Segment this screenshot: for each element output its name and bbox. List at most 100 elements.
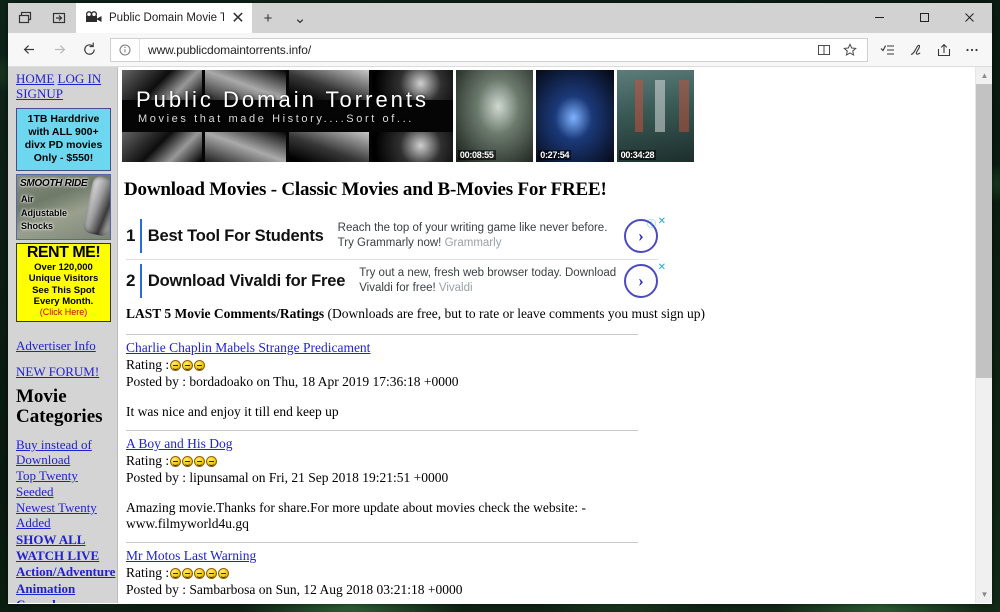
more-ellipsis-icon[interactable] [958,35,986,65]
ad-shocks-title: SMOOTH RIDE [20,178,88,190]
page-scrollbar[interactable]: ▲ ▼ [975,67,992,603]
scroll-down-arrow-icon[interactable]: ▼ [976,586,992,603]
rating-smiley-icon [170,455,182,467]
tab-dropdown-icon[interactable]: ⌄ [284,3,316,33]
sidebar-top-links: HOME LOG IN SIGNUP [16,71,112,102]
category-link-top-twenty[interactable]: Top Twenty Seeded [16,468,78,498]
sidebar-item-newest-twenty[interactable]: Newest Twenty Added [16,500,112,531]
ad-rent-me[interactable]: RENT ME! Over 120,000 Unique Visitors Se… [16,243,111,323]
comment-item: Mr Motos Last Warning Rating : Posted by… [126,542,638,603]
sidebar-item-action-adventure[interactable]: Action/Adventure [16,564,115,579]
tab-strip: Public Domain Movie To ✕ + ⌄ [8,3,992,33]
category-link-watch-live[interactable]: WATCH LIVE [16,548,99,563]
scroll-up-arrow-icon[interactable]: ▲ [976,67,992,84]
scrollbar-thumb[interactable] [976,84,992,378]
comment-divider [126,542,638,543]
ad-slot-2-brand: Vivaldi [438,282,473,294]
film-cell [372,132,453,162]
rating-smiley-icon [194,359,206,371]
forward-button[interactable] [44,35,74,65]
movie-categories-list: Buy instead of Download Top Twenty Seede… [16,437,115,603]
sidebar-item-animation[interactable]: Animation [16,581,112,596]
ad-harddrive-text: 1TB Harddrive with ALL 900+ divx PD movi… [16,107,111,172]
url-text: www.publicdomaintorrents.info/ [148,42,312,57]
tab-preview-icon[interactable] [8,3,42,33]
page-viewport: HOME LOG IN SIGNUP 1TB Harddrive with AL… [8,67,992,603]
comment-body: It was nice and enjoy it till end keep u… [126,404,339,419]
comment-body: Amazing movie.Thanks for share.For more … [126,500,586,531]
sidebar-item-watch-live[interactable]: WATCH LIVE [16,548,112,563]
close-window-button[interactable] [947,3,992,32]
category-link-action-adventure[interactable]: Action/Adventure [16,564,115,579]
sidebar-item-show-all[interactable]: SHOW ALL [16,532,112,547]
reading-list-icon[interactable] [874,35,902,65]
sidebar-item-login[interactable]: LOG IN [58,71,102,86]
ad-rent-cta[interactable]: (Click Here) [19,307,108,318]
share-icon[interactable] [930,35,958,65]
ad-slot-1-close-icon[interactable]: ✕ [658,216,666,227]
sidebar-item-new-forum[interactable]: NEW FORUM! [16,364,112,379]
set-aside-tabs-icon[interactable] [42,3,76,33]
ad-slot-2-number: 2 [126,271,136,290]
comment-divider [126,334,638,335]
ad-slot-2-close-icon[interactable]: ✕ [658,262,666,273]
sidebar-item-buy-instead[interactable]: Buy instead of Download [16,437,112,468]
category-link-newest-twenty[interactable]: Newest Twenty Added [16,500,97,530]
ad-harddrive[interactable]: 1TB Harddrive with ALL 900+ divx PD movi… [16,107,111,172]
maximize-button[interactable] [902,3,947,32]
sidebar-link-advertiser-info[interactable]: Advertiser Info [16,338,96,353]
ad-slot-1[interactable]: 1 Best Tool For Students Reach the top o… [126,215,666,259]
rating-smiley-icon [170,567,182,579]
ad-slot-2-arrow-button[interactable]: › [624,264,658,298]
info-circle-icon[interactable] [111,38,140,61]
sidebar-item-comedy[interactable]: Comedy [16,597,112,603]
sidebar-item-top-twenty[interactable]: Top Twenty Seeded [16,468,112,499]
comment-movie-title[interactable]: Mr Motos Last Warning [126,548,638,564]
web-notes-pen-icon[interactable] [902,35,930,65]
browser-tab[interactable]: Public Domain Movie To ✕ [76,3,252,33]
favorites-star-icon[interactable] [837,39,863,61]
back-button[interactable] [14,35,44,65]
comment-rating: Rating : [126,565,638,581]
ad-slot-1-title[interactable]: Best Tool For Students [148,227,324,246]
ad-slot-2-title[interactable]: Download Vivaldi for Free [148,272,346,291]
comment-posted-by: Posted by : Sambarbosa on Sun, 12 Aug 20… [126,582,463,597]
sidebar-item-signup[interactable]: SIGNUP [16,86,63,101]
film-cell [288,132,370,162]
ad-rent-me-body: RENT ME! Over 120,000 Unique Visitors Se… [16,243,111,323]
tab-title: Public Domain Movie To [109,12,224,24]
comment-movie-link[interactable]: Charlie Chaplin Mabels Strange Predicame… [126,340,370,355]
comment-rating-label: Rating : [126,357,170,372]
comment-movie-link[interactable]: Mr Motos Last Warning [126,548,256,563]
address-bar[interactable]: www.publicdomaintorrents.info/ [110,37,868,62]
ad-rent-headline: RENT ME! [26,244,101,262]
rating-smiley-icon [206,455,218,467]
last-comments-heading: LAST 5 Movie Comments/Ratings (Downloads… [126,306,975,322]
category-link-buy-instead[interactable]: Buy instead of Download [16,437,92,467]
reading-view-icon[interactable] [811,39,837,61]
thumbnail-timestamp: 0:27:54 [538,150,572,160]
category-link-comedy[interactable]: Comedy [16,597,62,603]
sidebar-item-advertiser-info[interactable]: Advertiser Info [16,338,112,353]
site-sidebar: HOME LOG IN SIGNUP 1TB Harddrive with AL… [8,67,118,603]
comment-movie-link[interactable]: A Boy and His Dog [126,436,233,451]
tab-close-icon[interactable]: ✕ [230,10,246,27]
reload-button[interactable] [74,35,104,65]
category-link-show-all[interactable]: SHOW ALL [16,532,85,547]
sidebar-item-home[interactable]: HOME [16,71,54,86]
category-link-animation[interactable]: Animation [16,581,75,596]
comment-rating-label: Rating : [126,565,170,580]
new-tab-button[interactable]: + [252,3,284,33]
ad-slot-2[interactable]: 2 Download Vivaldi for Free Try out a ne… [126,259,666,304]
ad-harddrive-line-3: divx PD movies [24,139,103,152]
ad-rent-line-2: Unique Visitors [28,273,99,285]
ad-slot-1-info-icon[interactable]: ⓘ [647,217,656,230]
minimize-button[interactable] [857,3,902,32]
comment-movie-title[interactable]: Charlie Chaplin Mabels Strange Predicame… [126,340,638,356]
ad-slot-1-number: 1 [126,226,136,245]
comment-movie-title[interactable]: A Boy and His Dog [126,436,638,452]
sidebar-link-new-forum[interactable]: NEW FORUM! [16,364,99,379]
banner-title: Public Domain Torrents [136,87,430,112]
ad-shocks[interactable]: SMOOTH RIDE Air Adjustable Shocks [16,174,111,241]
